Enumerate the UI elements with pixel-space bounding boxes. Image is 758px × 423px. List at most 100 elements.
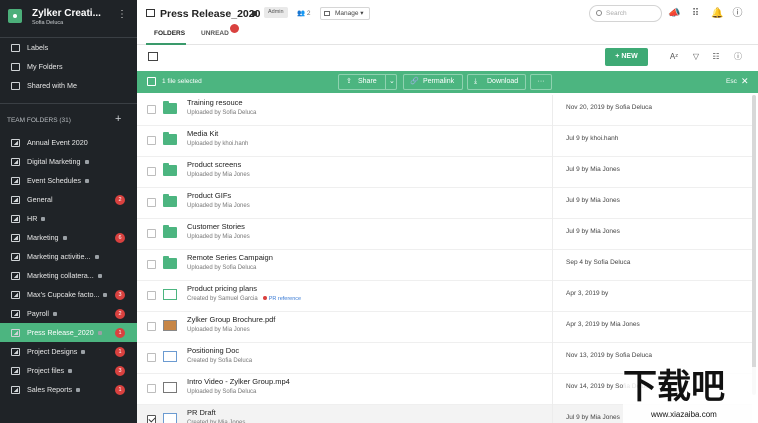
row-checkbox[interactable] [147, 384, 156, 393]
share-icon: ⇪ [346, 78, 352, 85]
select-all-icon[interactable] [148, 52, 158, 61]
team-folder-item[interactable]: Digital Marketing [0, 152, 137, 171]
sidebar-item-labels[interactable]: Labels [0, 38, 137, 57]
file-owner: Uploaded by Sofia Deluca [187, 110, 257, 116]
team-folder-item[interactable]: Project Designs 1 [0, 342, 137, 361]
manage-button[interactable]: Manage ▾ [320, 7, 370, 20]
download-button[interactable]: ⤓ Download [467, 74, 526, 90]
members-count[interactable]: 👥 2 [297, 9, 311, 17]
unread-count-badge: 2 [115, 308, 125, 319]
unread-count-badge: 6 [115, 232, 125, 243]
row-checkbox[interactable] [147, 353, 156, 362]
file-row[interactable]: Product pricing plans Created by Samuel G… [137, 281, 752, 312]
team-folder-item[interactable]: Marketing activitie... [0, 247, 137, 266]
file-name[interactable]: Customer Stories [187, 222, 245, 231]
file-row[interactable]: Training resouce Uploaded by Sofia Deluca… [137, 95, 752, 126]
view-toggle-icon[interactable]: ☷ [711, 52, 721, 61]
row-checkbox[interactable] [147, 136, 156, 145]
chevron-down-icon[interactable]: ⌄ [385, 75, 395, 89]
team-folder-item[interactable]: Project files 3 [0, 361, 137, 380]
bell-icon[interactable]: 🔔 [711, 8, 723, 19]
file-row[interactable]: Product GIFs Uploaded by Mia Jones Jul 9 b… [137, 188, 752, 219]
file-name[interactable]: Media Kit [187, 129, 218, 138]
file-modified: Sep 4 by Sofia Deluca [566, 259, 631, 266]
scrollbar[interactable] [752, 95, 756, 395]
add-team-folder-icon[interactable]: + [115, 113, 121, 125]
apps-grid-icon[interactable]: ⠿ [690, 8, 701, 19]
file-owner: Uploaded by khoi.hanh [187, 141, 249, 147]
file-row[interactable]: Zylker Group Brochure.pdf Uploaded by Mia… [137, 312, 752, 343]
sidebar-item-shared-with-me[interactable]: Shared with Me [0, 76, 137, 95]
team-folder-item[interactable]: Payroll 2 [0, 304, 137, 323]
team-folder-item[interactable]: Event Schedules [0, 171, 137, 190]
team-folder-item[interactable]: HR [0, 209, 137, 228]
close-icon[interactable]: ✕ [741, 76, 749, 87]
team-folder-item[interactable]: General 2 [0, 190, 137, 209]
team-folder-icon [11, 157, 20, 166]
lock-icon [84, 179, 89, 183]
team-folder-item[interactable]: Max's Cupcake facto... 3 [0, 285, 137, 304]
megaphone-icon[interactable]: 📣 [668, 8, 680, 19]
manage-icon [324, 11, 330, 16]
team-folder-icon [11, 176, 20, 185]
sort-az-icon[interactable]: Aᶻ [669, 52, 679, 61]
lock-icon [62, 236, 67, 240]
lock-icon [84, 160, 89, 164]
role-badge: Admin [264, 7, 288, 18]
row-checkbox[interactable] [147, 229, 156, 238]
file-name[interactable]: Product GIFs [187, 191, 231, 200]
team-folder-item[interactable]: Press Release_2020 1 [0, 323, 137, 342]
file-name[interactable]: PR Draft [187, 408, 216, 417]
team-folder-icon [11, 271, 20, 280]
file-row[interactable]: Product screens Uploaded by Mia Jones Jul … [137, 157, 752, 188]
file-name[interactable]: Zylker Group Brochure.pdf [187, 315, 275, 324]
row-checkbox[interactable] [147, 291, 156, 300]
deselect-checkbox[interactable] [147, 77, 156, 86]
share-button[interactable]: ⇪ Share ⌄ [338, 74, 397, 90]
row-checkbox[interactable] [147, 198, 156, 207]
team-folder-item[interactable]: Marketing collatera... [0, 266, 137, 285]
search-input[interactable]: Search [589, 5, 662, 22]
file-row[interactable]: Media Kit Uploaded by khoi.hanh Jul 9 by k… [137, 126, 752, 157]
row-checkbox[interactable] [147, 322, 156, 331]
row-checkbox[interactable] [147, 415, 156, 423]
tab-folders[interactable]: FOLDERS [154, 30, 185, 37]
tab-unread[interactable]: UNREAD [201, 30, 229, 37]
new-button[interactable]: + NEW [605, 48, 648, 66]
team-folder-item[interactable]: Annual Event 2020 [0, 133, 137, 152]
row-checkbox[interactable] [147, 167, 156, 176]
file-name[interactable]: Product screens [187, 160, 241, 169]
info-icon[interactable]: ⓘ [733, 52, 743, 61]
file-name[interactable]: Product pricing plans [187, 284, 257, 293]
team-folder-item[interactable]: Marketing 6 [0, 228, 137, 247]
sidebar-item-my-folders[interactable]: My Folders [0, 57, 137, 76]
team-folder-item[interactable]: Sales Reports 1 [0, 380, 137, 399]
file-modified: Jul 9 by Mia Jones [566, 166, 620, 173]
filter-icon[interactable]: ▽ [691, 52, 701, 61]
file-modified: Jul 9 by khoi.hanh [566, 135, 619, 142]
lock-icon [41, 217, 46, 221]
spreadsheet-icon [163, 289, 177, 300]
file-name[interactable]: Intro Video - Zylker Group.mp4 [187, 377, 290, 386]
file-name[interactable]: Training resouce [187, 98, 243, 107]
file-owner: Created by Samuel Garcia PR reference [187, 296, 302, 302]
file-row[interactable]: Remote Series Campaign Uploaded by Sofia … [137, 250, 752, 281]
lock-icon [94, 255, 99, 259]
file-name[interactable]: Positioning Doc [187, 346, 239, 355]
file-name[interactable]: Remote Series Campaign [187, 253, 273, 262]
row-checkbox[interactable] [147, 260, 156, 269]
more-actions-button[interactable]: ··· [530, 74, 552, 90]
pdf-thumbnail-icon [163, 320, 177, 331]
row-checkbox[interactable] [147, 105, 156, 114]
org-switcher[interactable]: Zylker Creati... Sofia Deluca ⋮ [0, 0, 137, 32]
esc-hint[interactable]: Esc [726, 78, 737, 85]
help-icon[interactable]: ⓘ [732, 8, 743, 19]
watermark-logo-text: 下载吧 [623, 367, 725, 407]
more-vertical-icon[interactable]: ⋮ [117, 10, 127, 20]
team-folder-icon [11, 328, 20, 337]
file-tag[interactable]: PR reference [269, 296, 301, 302]
file-row[interactable]: Customer Stories Uploaded by Mia Jones Jul… [137, 219, 752, 250]
sidebar-item-label: Shared with Me [27, 81, 77, 90]
permalink-button[interactable]: 🔗 Permalink [403, 74, 463, 90]
lock-icon [81, 350, 86, 354]
